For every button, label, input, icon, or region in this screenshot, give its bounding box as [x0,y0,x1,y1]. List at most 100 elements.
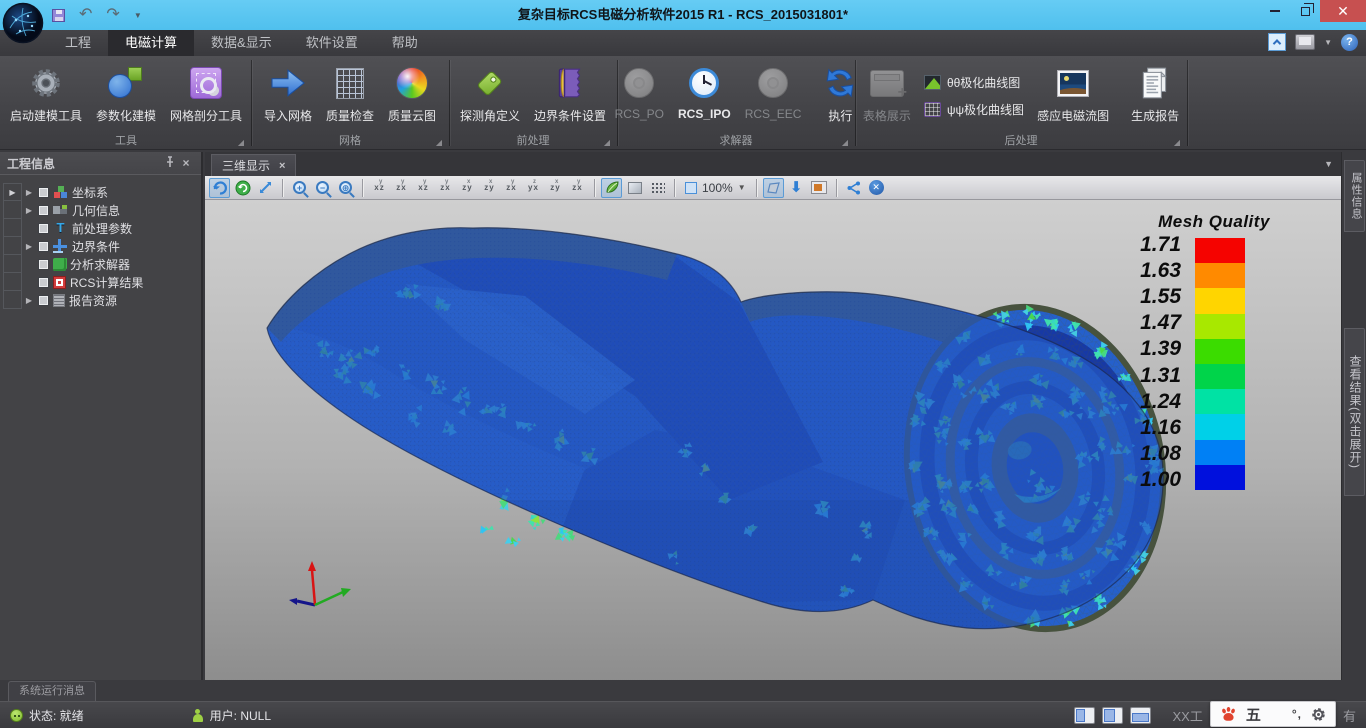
minimize-button[interactable] [1260,0,1290,22]
tree-item[interactable]: RCS计算结果 [24,273,201,291]
menu-tab-1[interactable]: 电磁计算 [108,30,194,56]
parametric-modeling-button[interactable]: 参数化建模 [89,59,163,126]
induced-current-map-button[interactable]: 感应电磁流图 [1030,59,1116,126]
right-dock-strip: 属性信息 查看结果(双击展开) [1341,152,1366,700]
checkbox[interactable] [38,259,49,270]
rcs-po-solver-button[interactable]: RCS_PO [608,59,671,123]
expand-arrow-icon[interactable]: ▶ [24,206,34,215]
ime-settings-gear-icon[interactable] [1311,707,1326,722]
tree-item[interactable]: ▶几何信息 [24,201,201,219]
close-tab-icon[interactable]: × [279,160,285,172]
menu-tab-2[interactable]: 数据&显示 [194,30,289,56]
pan-view-button[interactable] [255,178,276,198]
menu-tab-3[interactable]: 软件设置 [289,30,375,56]
menu-tab-4[interactable]: 帮助 [375,30,435,56]
restore-button[interactable] [1290,0,1320,22]
wireframe-view-button[interactable] [624,178,645,198]
group-launcher-icon[interactable]: ◢ [604,138,610,147]
tab-system-messages[interactable]: 系统运行消息 [8,681,96,701]
help-icon[interactable]: ? [1341,34,1358,51]
expand-arrow-icon[interactable]: ▶ [24,188,34,197]
share-button[interactable] [843,178,864,198]
tree-item[interactable]: ▶边界条件 [24,237,201,255]
tab-list-dropdown-icon[interactable]: ▼ [1324,159,1333,169]
view-orientation-button[interactable]: yxz [413,178,434,198]
view-orientation-button[interactable]: yzx [435,178,456,198]
group-launcher-icon[interactable]: ◢ [1174,138,1180,147]
tab-property-info[interactable]: 属性信息 [1344,160,1365,232]
layout-both-panels-button[interactable] [1102,707,1123,724]
psi-polarization-curve-button[interactable]: ψψ极化曲线图 [918,99,1030,120]
group-launcher-icon[interactable]: ◢ [436,138,442,147]
arrow-down-button[interactable]: ⬇ [786,178,807,198]
layout-left-panel-button[interactable] [1074,707,1095,724]
group-launcher-icon[interactable]: ◢ [238,138,244,147]
tree-item[interactable]: ▶坐标系 [24,183,201,201]
close-button[interactable]: ✕ [1320,0,1366,22]
device-dropdown-icon[interactable]: ▼ [1324,38,1332,47]
checkbox[interactable] [38,223,49,234]
zoom-level-control[interactable]: 100% ▼ [681,178,750,198]
ime-moon-icon[interactable] [1270,707,1283,721]
checkbox[interactable] [38,277,49,288]
pin-icon[interactable] [162,156,178,171]
tab-view-results[interactable]: 查看结果(双击展开) [1344,328,1365,496]
quality-contour-button[interactable]: 质量云图 [381,59,443,126]
quality-check-button[interactable]: 质量检查 [319,59,381,126]
generate-report-button[interactable]: 生成报告 [1124,59,1186,126]
snapshot-button[interactable] [809,178,830,198]
ime-paw-icon[interactable] [1220,706,1237,722]
ime-wubi-mode[interactable]: 五 [1246,704,1261,725]
zoom-out-icon[interactable]: − [312,178,333,198]
ime-toolbar[interactable]: 五 °, [1210,701,1336,727]
view-orientation-button[interactable]: xzy [479,178,500,198]
tab-3d-view[interactable]: 三维显示 × [211,154,296,176]
orbit-view-button[interactable] [232,178,253,198]
view-orientation-button[interactable]: yzx [391,178,412,198]
checkbox[interactable] [38,295,49,306]
zoom-dropdown-icon[interactable]: ▼ [738,183,746,192]
watermark-text: 有 [1343,706,1356,725]
menu-tab-0[interactable]: 工程 [48,30,108,56]
group-launcher-icon[interactable]: ◢ [842,138,848,147]
rotate-view-button[interactable] [209,178,230,198]
view-orientation-button[interactable]: yzx [567,178,588,198]
theta-polarization-curve-button[interactable]: θθ极化曲线图 [918,72,1030,93]
view-orientation-button[interactable]: zyx [523,178,544,198]
expand-arrow-icon[interactable]: ▶ [24,296,34,305]
view-orientation-button[interactable]: yxz [369,178,390,198]
legend-color-cell [1195,238,1245,263]
layout-bottom-panel-button[interactable] [1130,707,1151,724]
checkbox[interactable] [38,187,49,198]
checkbox[interactable] [38,205,49,216]
view-orientation-button[interactable]: xzy [545,178,566,198]
tree-item[interactable]: T前处理参数 [24,219,201,237]
view-orientation-button[interactable]: yzx [501,178,522,198]
points-view-button[interactable] [647,178,668,198]
close-panel-icon[interactable]: × [178,156,194,170]
collapse-ribbon-icon[interactable] [1268,33,1286,51]
expand-arrow-icon[interactable]: ▶ [24,242,34,251]
legend-value: 1.16 [1140,417,1181,438]
tree-item[interactable]: ▶报告资源 [24,291,201,309]
region-select-button[interactable] [763,178,784,198]
zoom-in-icon[interactable]: + [289,178,310,198]
launch-modeling-tool-button[interactable]: 启动建模工具 [3,59,89,126]
detection-angle-button[interactable]: 探测角定义 [453,59,527,126]
close-view-button[interactable]: ✕ [866,178,887,198]
shaded-view-button[interactable] [601,178,622,198]
device-icon[interactable] [1295,34,1315,50]
zoom-fit-icon[interactable]: ⊕ [335,178,356,198]
view-orientation-button[interactable]: xzy [457,178,478,198]
rcs-eec-solver-button[interactable]: RCS_EEC [738,59,809,123]
table-display-button[interactable]: 表格展示 [856,59,918,126]
checkbox[interactable] [38,241,49,252]
3d-viewport[interactable]: Mesh Quality 1.711.631.551.471.391.311.2… [205,200,1341,682]
gutter-cell [3,255,22,273]
boundary-condition-button[interactable]: 边界条件设置 [527,59,613,126]
rcs-ipo-solver-button[interactable]: RCS_IPO [671,59,738,123]
tree-item[interactable]: 分析求解器 [24,255,201,273]
import-mesh-button[interactable]: 导入网格 [257,59,319,126]
mesh-partition-tool-button[interactable]: 网格剖分工具 [163,59,249,126]
ime-punctuation-icon[interactable]: °, [1292,707,1302,721]
